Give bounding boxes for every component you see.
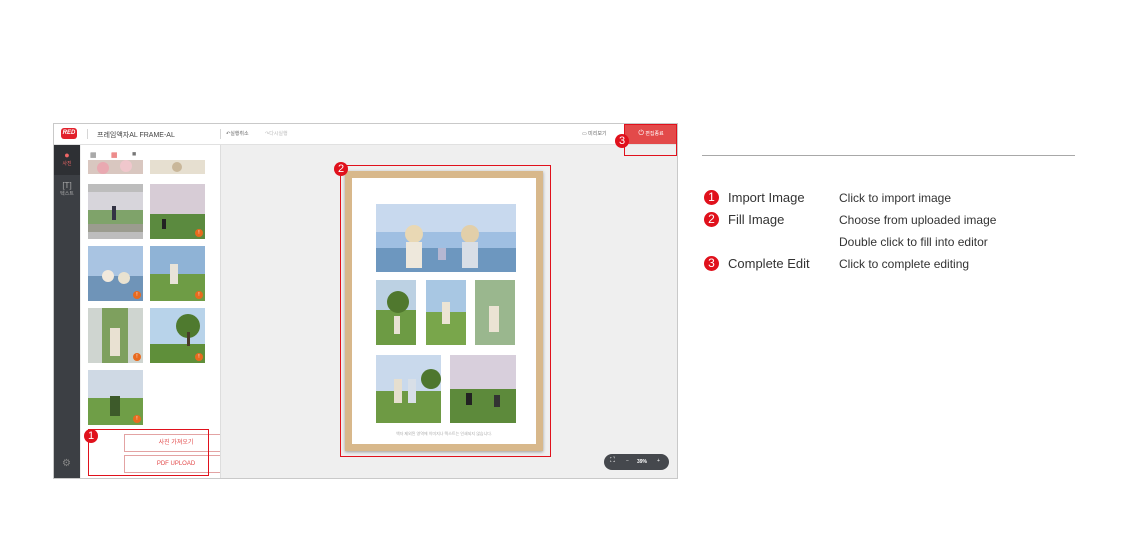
divider bbox=[87, 129, 88, 139]
redo-button[interactable]: ↷다시실행 bbox=[265, 130, 288, 137]
logo: RED bbox=[61, 128, 77, 139]
legend-name: Complete Edit bbox=[728, 256, 810, 271]
callout-box-import bbox=[88, 429, 209, 476]
legend-description: Double click to fill into editor bbox=[839, 235, 988, 249]
grid-small-icon[interactable]: ▦ bbox=[90, 151, 97, 159]
photo-thumbnail[interactable]: ! bbox=[150, 308, 205, 363]
legend-number: 3 bbox=[704, 256, 719, 271]
photo-thumbnail[interactable] bbox=[150, 160, 205, 174]
legend-divider bbox=[702, 155, 1075, 156]
zoom-level: 39% bbox=[637, 459, 648, 465]
gear-icon[interactable]: ⚙ bbox=[62, 458, 71, 469]
photo-thumbnail[interactable] bbox=[88, 160, 143, 174]
product-title: 프레임액자AL FRAME-AL bbox=[97, 132, 175, 139]
redo-label: 다시실행 bbox=[269, 131, 288, 137]
legend-description: Click to complete editing bbox=[839, 257, 970, 271]
preview-button[interactable]: ▭ 미리보기 bbox=[582, 130, 607, 137]
legend-name: Import Image bbox=[728, 190, 805, 205]
callout-number: 2 bbox=[334, 162, 348, 176]
warning-badge: ! bbox=[195, 353, 203, 361]
photo-thumbnail[interactable]: ! bbox=[88, 246, 143, 301]
divider bbox=[220, 129, 221, 139]
zoom-in-button[interactable]: + bbox=[657, 458, 660, 464]
rail-item-text[interactable]: [T] 텍스트 bbox=[54, 177, 80, 207]
undo-label: 실행취소 bbox=[230, 131, 249, 137]
legend-description: Choose from uploaded image bbox=[839, 213, 997, 227]
photo-thumbnail[interactable] bbox=[88, 184, 143, 239]
photo-thumbnail[interactable]: ! bbox=[150, 246, 205, 301]
warning-badge: ! bbox=[133, 353, 141, 361]
photo-thumbnail[interactable]: ! bbox=[88, 308, 143, 363]
rail-item-photo[interactable]: ● 사진 bbox=[54, 145, 80, 175]
warning-badge: ! bbox=[195, 291, 203, 299]
legend-name: Fill Image bbox=[728, 212, 785, 227]
fit-icon[interactable]: ⛶ bbox=[610, 457, 615, 465]
preview-label: 미리보기 bbox=[588, 131, 607, 137]
left-rail: ● 사진 [T] 텍스트 ⚙ bbox=[54, 145, 80, 478]
callout-number: 1 bbox=[84, 429, 98, 443]
monitor-icon: ▭ bbox=[582, 131, 587, 137]
undo-button[interactable]: ↶실행취소 bbox=[226, 130, 249, 137]
top-toolbar: RED 프레임액자AL FRAME-AL ↶실행취소 ↷다시실행 ▭ 미리보기 … bbox=[54, 124, 677, 145]
legend-description: Click to import image bbox=[839, 191, 952, 205]
rail-label-text: 텍스트 bbox=[60, 191, 74, 197]
zoom-out-button[interactable]: − bbox=[626, 458, 629, 464]
callout-box-finish bbox=[624, 124, 677, 156]
text-icon: [T] bbox=[62, 181, 72, 190]
grid-medium-icon[interactable]: ▦ bbox=[111, 151, 118, 159]
callout-box-fill bbox=[340, 165, 551, 457]
warning-badge: ! bbox=[195, 229, 203, 237]
warning-badge: ! bbox=[133, 291, 141, 299]
photo-thumbnail[interactable]: ! bbox=[150, 184, 205, 239]
legend-number: 1 bbox=[704, 190, 719, 205]
legend-number: 2 bbox=[704, 212, 719, 227]
rail-label-photo: 사진 bbox=[62, 161, 72, 167]
zoom-control: ⛶ − 39% + bbox=[604, 454, 669, 470]
warning-badge: ! bbox=[133, 415, 141, 423]
camera-icon: ● bbox=[64, 150, 70, 160]
callout-number: 3 bbox=[615, 134, 629, 148]
photo-thumbnail[interactable]: ! bbox=[88, 370, 143, 425]
grid-large-icon[interactable]: ■ bbox=[132, 151, 136, 158]
